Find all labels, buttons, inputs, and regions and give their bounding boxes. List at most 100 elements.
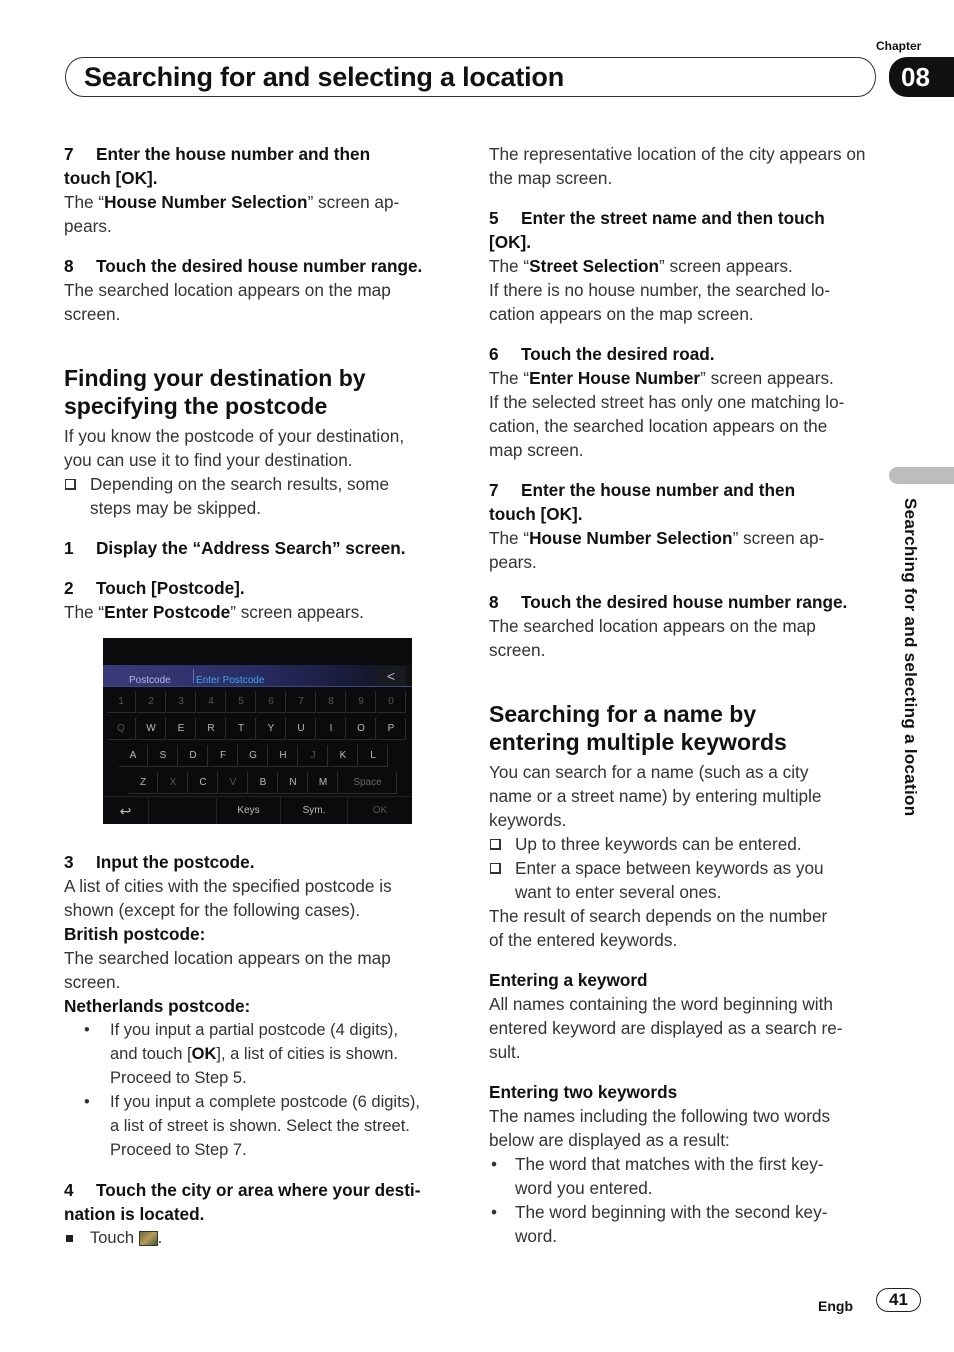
- step-5-text: The “Street Selection” screen appears. I…: [489, 256, 831, 324]
- british-postcode-heading: British postcode:: [64, 924, 206, 944]
- step-3-heading: 3 Input the postcode.: [64, 852, 255, 872]
- key: U: [287, 718, 316, 740]
- page-title: Searching for and selecting a location: [84, 62, 565, 92]
- key: C: [189, 772, 218, 794]
- key: A: [119, 745, 148, 767]
- chapter-number: 08: [889, 57, 954, 97]
- key: O: [347, 718, 376, 740]
- keyboard-row-q: Q W E R T Y U I O P: [107, 718, 406, 740]
- key: N: [279, 772, 308, 794]
- keyboard-row-numbers: 1 2 3 4 5 6 7 8 9 0: [107, 691, 406, 713]
- note-checkbox-icon: [490, 839, 501, 850]
- key: 0: [377, 691, 406, 713]
- note-checkbox-icon: [65, 479, 76, 490]
- space-key: Space: [339, 772, 397, 794]
- list-item: Touch .: [64, 1226, 454, 1250]
- key: D: [179, 745, 208, 767]
- key: K: [329, 745, 358, 767]
- list-item: • If you input a partial postcode (4 dig…: [64, 1018, 454, 1090]
- key: 8: [317, 691, 346, 713]
- key: 1: [107, 691, 136, 713]
- bullet-icon: •: [491, 1202, 498, 1222]
- back-chevron-icon: <: [376, 666, 406, 686]
- keyboard-row-z: Z X C V B N M Space: [129, 772, 397, 794]
- key: 9: [347, 691, 376, 713]
- map-icon: [138, 1231, 158, 1246]
- side-tab-label: Searching for and selecting a location: [901, 498, 920, 817]
- key: B: [249, 772, 278, 794]
- ok-button-label: OK: [372, 805, 388, 816]
- step-6-heading: 6 Touch the desired road.: [489, 344, 715, 364]
- result-depends-text: The result of search depends on the numb…: [489, 906, 828, 950]
- step-8-text: The searched location appears on the map…: [489, 616, 816, 660]
- screen-title-enter-postcode: Enter Postcode: [196, 675, 265, 686]
- side-tab-marker: [889, 467, 954, 484]
- city-location-text: The representative location of the city …: [489, 144, 866, 188]
- language-code: Engb: [818, 1298, 853, 1314]
- entering-two-keywords-text: The names including the following two wo…: [489, 1106, 831, 1150]
- right-column: The representative location of the city …: [489, 142, 879, 1248]
- key: M: [309, 772, 338, 794]
- step-7-heading: 7 Enter the house number and then touch […: [64, 144, 371, 188]
- empty-slot: [149, 797, 217, 824]
- step-2-text: The “Enter Postcode” screen appears.: [64, 602, 364, 622]
- note-skip-steps: Depending on the search results, some ste…: [64, 472, 454, 520]
- section-title-postcode: Finding your destination by specifying th…: [64, 365, 366, 419]
- key: H: [269, 745, 298, 767]
- key: 4: [197, 691, 226, 713]
- key: J: [299, 745, 328, 767]
- key: W: [137, 718, 166, 740]
- step-8-heading: 8 Touch the desired house number range.: [489, 592, 848, 612]
- step-3-text: A list of cities with the specified post…: [64, 876, 392, 920]
- return-icon: ↩: [103, 797, 149, 824]
- british-postcode-text: The searched location appears on the map…: [64, 948, 391, 992]
- left-column: 7 Enter the house number and then touch […: [64, 142, 454, 1250]
- key: X: [159, 772, 188, 794]
- sym-button-label: Sym.: [281, 797, 348, 824]
- key: Z: [129, 772, 158, 794]
- step-1-heading: 1 Display the “Address Search” screen.: [64, 538, 406, 558]
- enter-postcode-screenshot: Postcode Enter Postcode < 1 2 3 4 5 6 7 …: [103, 638, 412, 824]
- key: 6: [257, 691, 286, 713]
- list-item: • If you input a complete postcode (6 di…: [64, 1090, 454, 1162]
- chapter-label: Chapter: [876, 39, 922, 53]
- keyboard-bottom-bar: ↩ Keys Sym. OK: [103, 796, 412, 824]
- keys-button-label: Keys: [217, 797, 281, 824]
- bullet-icon: •: [491, 1154, 498, 1174]
- step-7-heading: 7 Enter the house number and then touch […: [489, 480, 796, 524]
- note-space-between: Enter a space between keywords as you wan…: [489, 856, 879, 904]
- entering-a-keyword-heading: Entering a keyword: [489, 970, 648, 990]
- key: G: [239, 745, 268, 767]
- key: 2: [137, 691, 166, 713]
- screen-title-bar: Postcode Enter Postcode <: [103, 665, 412, 687]
- key: L: [359, 745, 388, 767]
- key: R: [197, 718, 226, 740]
- step-6-text: The “Enter House Number” screen appears.…: [489, 368, 845, 460]
- key: Y: [257, 718, 286, 740]
- step-8-heading: 8 Touch the desired house number range.: [64, 256, 423, 276]
- entering-a-keyword-text: All names containing the word beginning …: [489, 994, 843, 1062]
- list-item: • The word beginning with the second key…: [491, 1202, 828, 1246]
- keyboard-row-a: A S D F G H J K L: [119, 745, 388, 767]
- square-bullet-icon: [66, 1235, 73, 1242]
- key: S: [149, 745, 178, 767]
- key: 3: [167, 691, 196, 713]
- screen-title-postcode: Postcode: [129, 675, 171, 686]
- step-5-heading: 5 Enter the street name and then touch [O…: [489, 208, 825, 252]
- key: Q: [107, 718, 136, 740]
- entering-two-keywords-heading: Entering two keywords: [489, 1082, 678, 1102]
- key: 5: [227, 691, 256, 713]
- key: P: [377, 718, 406, 740]
- bullet-icon: •: [84, 1021, 90, 1039]
- step-4-heading: 4 Touch the city or area where your desti…: [64, 1180, 421, 1224]
- key: I: [317, 718, 346, 740]
- note-checkbox-icon: [490, 863, 501, 874]
- keywords-intro: You can search for a name (such as a cit…: [489, 762, 822, 830]
- step-2-heading: 2 Touch [Postcode].: [64, 578, 245, 598]
- key: T: [227, 718, 256, 740]
- note-three-keywords: Up to three keywords can be entered.: [489, 832, 879, 856]
- key: F: [209, 745, 238, 767]
- section-title-keywords: Searching for a name by entering multiple…: [489, 701, 787, 755]
- step-8-text: The searched location appears on the map…: [64, 280, 391, 324]
- postcode-intro: If you know the postcode of your destina…: [64, 426, 405, 470]
